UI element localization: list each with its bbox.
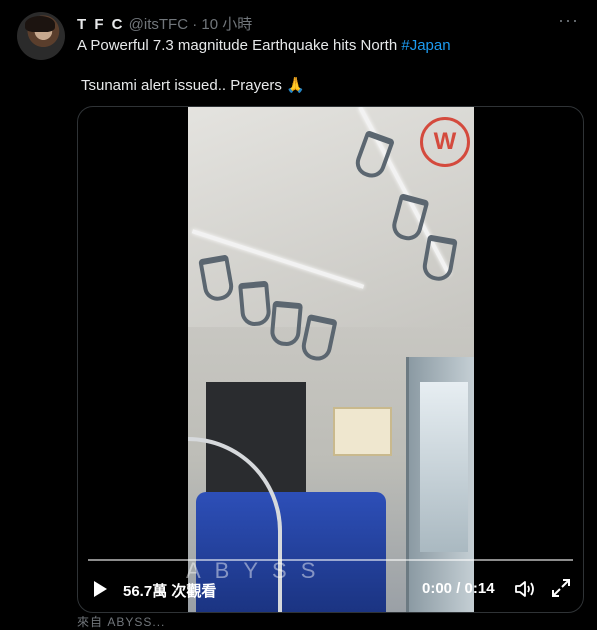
strap-handle bbox=[238, 280, 272, 328]
tweet-text-line1: A Powerful 7.3 magnitude Earthquake hits… bbox=[77, 37, 451, 54]
display-name[interactable]: T F C bbox=[77, 16, 125, 33]
timestamp[interactable]: 10 小時 bbox=[201, 16, 252, 33]
poster bbox=[333, 407, 392, 456]
separator: · bbox=[192, 16, 198, 33]
handle[interactable]: @itsTFC bbox=[129, 16, 188, 33]
progress-bar[interactable] bbox=[88, 559, 573, 561]
strap-handle bbox=[269, 300, 303, 348]
door-window bbox=[420, 382, 468, 552]
more-icon[interactable]: ··· bbox=[558, 10, 579, 31]
play-icon[interactable] bbox=[94, 581, 107, 597]
video-frame[interactable]: W bbox=[188, 107, 474, 612]
video-watermark: ABYSS bbox=[186, 558, 330, 583]
volume-icon[interactable] bbox=[514, 579, 536, 599]
channel-logo: W bbox=[420, 117, 470, 167]
tweet-header: T F C @itsTFC · 10 小時 bbox=[77, 13, 252, 34]
video-controls: 56.7萬 次觀看 0:00 / 0:14 bbox=[78, 567, 583, 607]
video-time: 0:00 / 0:14 bbox=[422, 580, 495, 597]
hashtag-link[interactable]: #Japan bbox=[401, 37, 450, 54]
fullscreen-icon[interactable] bbox=[551, 578, 571, 598]
tweet-text: A Powerful 7.3 magnitude Earthquake hits… bbox=[77, 37, 402, 54]
source-line: 來自 ABYSS... bbox=[77, 615, 166, 629]
avatar[interactable] bbox=[17, 12, 65, 60]
tweet-text-line2: Tsunami alert issued.. Prayers 🙏 bbox=[81, 77, 305, 94]
video-player[interactable]: W 56.7萬 次觀看 0:00 / 0:14 bbox=[77, 106, 584, 613]
